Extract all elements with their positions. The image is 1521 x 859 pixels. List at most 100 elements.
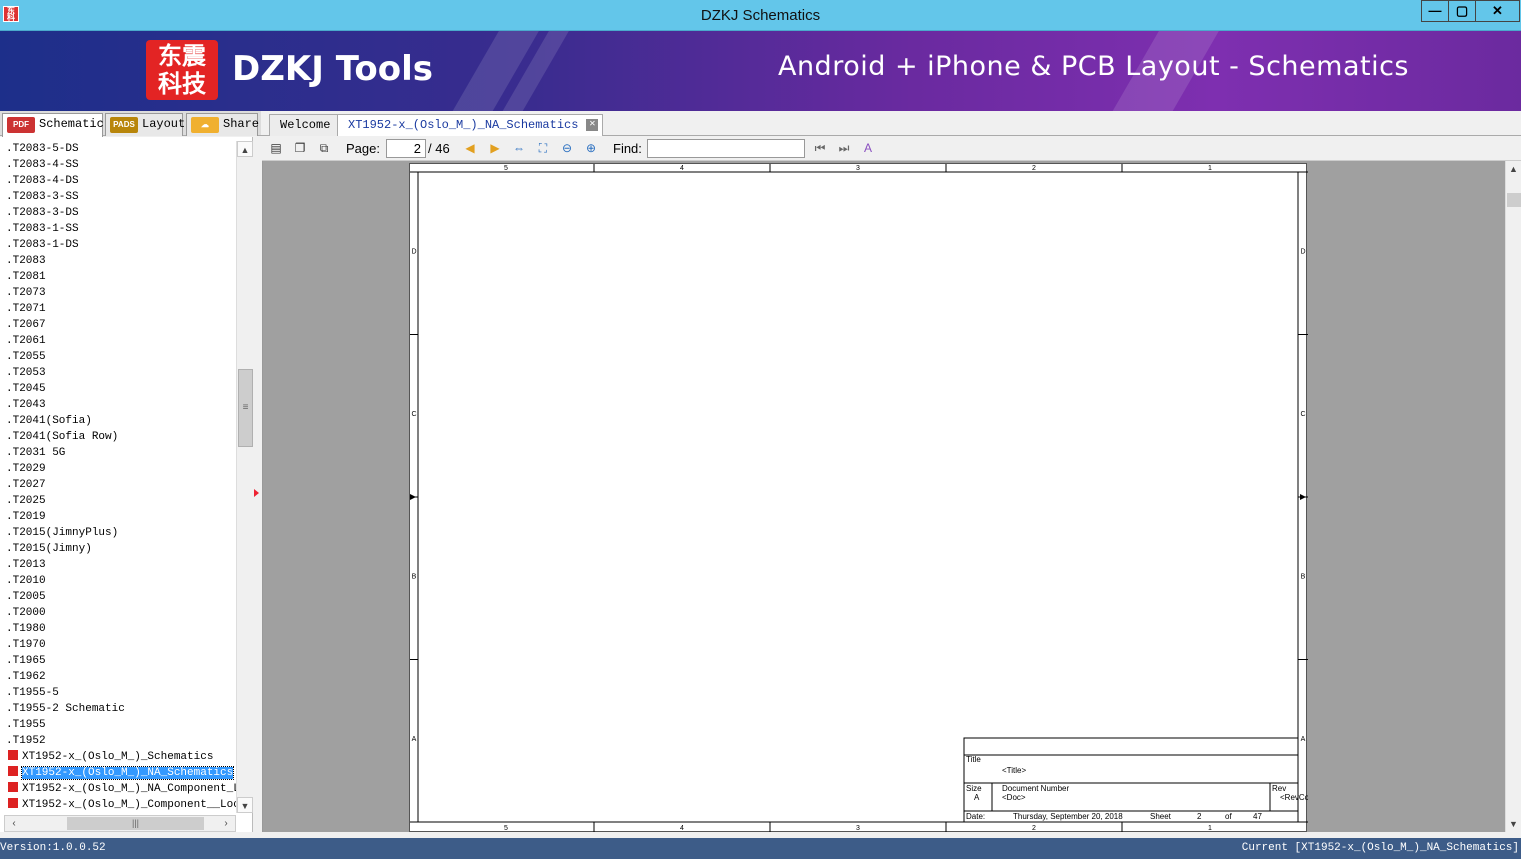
tree-folder-item[interactable]: .T2043 (0, 397, 236, 413)
sheet-value: 2 (1197, 812, 1202, 821)
tree-folder-item[interactable]: .T2081 (0, 269, 236, 285)
page-number-input[interactable]: 2 (386, 139, 426, 158)
schematic-drawing: 5544332211 D DC CB BA A Title <Title> Size A… (410, 164, 1323, 833)
tree-folder-item[interactable]: .T1980 (0, 621, 236, 637)
match-case-icon[interactable]: A (860, 140, 876, 156)
next-page-icon[interactable]: ▶ (487, 140, 503, 156)
tree-horizontal-scrollbar[interactable]: ‹ ||| › (4, 815, 236, 832)
tree-folder-item[interactable]: .T1952 (0, 733, 236, 749)
tree-folder-item[interactable]: .T2010 (0, 573, 236, 589)
tree-folder-item[interactable]: .T1955-5 (0, 685, 236, 701)
tree-folder-item[interactable]: .T2083-4-DS (0, 173, 236, 189)
dzkj-logo: 东震 科技 (146, 40, 218, 100)
zone-column-label: 3 (856, 825, 860, 832)
tree-folder-item[interactable]: .T2083-1-DS (0, 237, 236, 253)
viewer-scroll-up-icon[interactable]: ▲ (1506, 161, 1521, 177)
close-button[interactable]: ✕ (1475, 0, 1520, 22)
tree-folder-item[interactable]: .T1955 (0, 717, 236, 733)
tree-file-item[interactable]: XT1952-x_(Oslo_M_)_Schematics (0, 749, 236, 765)
tree-folder-item[interactable]: .T2083 (0, 253, 236, 269)
tree-folder-item[interactable]: .T2000 (0, 605, 236, 621)
fit-width-icon[interactable]: ⇔ (511, 140, 527, 156)
tree-folder-item[interactable]: .T2045 (0, 381, 236, 397)
tree-folder-item[interactable]: .T1970 (0, 637, 236, 653)
viewer-scroll-down-icon[interactable]: ▼ (1506, 816, 1521, 832)
tree-folder-item[interactable]: .T2041(Sofia Row) (0, 429, 236, 445)
close-tab-icon[interactable]: ✕ (586, 119, 599, 131)
tree-folder-item[interactable]: .T2071 (0, 301, 236, 317)
viewer-scroll-thumb[interactable] (1507, 193, 1521, 207)
rev-label: Rev (1272, 784, 1286, 793)
tree-folder-item[interactable]: .T2053 (0, 365, 236, 381)
schematic-page: 5544332211 DDCCBBAA Title <Title> Size A… (409, 163, 1323, 833)
tree-folder-item[interactable]: .T2031 5G (0, 445, 236, 461)
zone-column-label: 5 (504, 825, 508, 832)
tree-folder-item[interactable]: .T2015(Jimny) (0, 541, 236, 557)
tree-folder-item[interactable]: .T2083-5-DS (0, 141, 236, 157)
tree-folder-item[interactable]: .T2055 (0, 349, 236, 365)
tree-folder-item[interactable]: .T2083-3-SS (0, 189, 236, 205)
tree-folder-item[interactable]: .T2025 (0, 493, 236, 509)
scroll-thumb[interactable]: ≡ (238, 369, 253, 447)
file-tree: .T2083-5-DS .T2083-4-SS .T2083-4-DS .T2083-… (0, 141, 236, 813)
scroll-right-arrow-icon[interactable]: › (217, 816, 235, 831)
find-previous-icon[interactable]: ⏮ (812, 140, 828, 156)
tree-file-label: XT1952-x_(Oslo_M_)_Component__Locati (22, 799, 236, 811)
panel-splitter[interactable] (253, 137, 262, 832)
collapse-arrow-icon[interactable] (254, 489, 259, 497)
tree-file-item[interactable]: XT1952-x_(Oslo_M_)_NA_Component_Loca (0, 781, 236, 797)
tree-folder-item[interactable]: .T1962 (0, 669, 236, 685)
viewer-vertical-scrollbar[interactable]: ▲ ▼ (1505, 161, 1521, 832)
copy-page-icon[interactable]: ❐ (292, 140, 308, 156)
tab-current-document[interactable]: XT1952-x_(Oslo_M_)_NA_Schematics ✕ (337, 114, 604, 136)
tree-file-item[interactable]: XT1952-x_(Oslo_M_)_Component__Locati (0, 797, 236, 813)
version-text: Version:1.0.0.52 (0, 842, 106, 854)
scroll-up-arrow-icon[interactable]: ▲ (237, 141, 253, 157)
scroll-left-arrow-icon[interactable]: ‹ (5, 816, 23, 831)
zone-column-label: 2 (1032, 825, 1036, 832)
size-label: Size (966, 784, 982, 793)
prev-page-icon[interactable]: ◀ (462, 140, 478, 156)
tree-folder-item[interactable]: .T1965 (0, 653, 236, 669)
tab-layout[interactable]: PADS Layout (105, 113, 185, 136)
open-file-icon[interactable]: ▤ (268, 140, 284, 156)
right-arrow-mark (1300, 494, 1306, 500)
tree-folder-item[interactable]: .T2067 (0, 317, 236, 333)
minimize-button[interactable]: — (1421, 0, 1449, 22)
find-next-icon[interactable]: ⏭ (836, 140, 852, 156)
zone-row-label: A (412, 736, 417, 743)
tab-welcome[interactable]: Welcome (269, 114, 342, 136)
zoom-out-icon[interactable]: ⊖ (559, 140, 575, 156)
find-input[interactable] (647, 139, 805, 158)
tab-schematic[interactable]: PDF Schematic (2, 113, 104, 137)
tree-file-item[interactable]: XT1952-x_(Oslo_M_)_NA_Schematics (0, 765, 236, 781)
tree-file-label: XT1952-x_(Oslo_M_)_NA_Component_Loca (22, 783, 236, 795)
zone-row-label: D (1300, 248, 1305, 255)
tree-folder-item[interactable]: .T2029 (0, 461, 236, 477)
document-viewer[interactable]: 5544332211 DDCCBBAA Title <Title> Size A… (262, 161, 1505, 833)
tree-folder-item[interactable]: .T2027 (0, 477, 236, 493)
zoom-in-icon[interactable]: ⊕ (583, 140, 599, 156)
tree-folder-item[interactable]: .T2073 (0, 285, 236, 301)
tree-folder-item[interactable]: .T2005 (0, 589, 236, 605)
maximize-button[interactable]: ▢ (1448, 0, 1476, 22)
fit-page-icon[interactable]: ⛶ (535, 140, 551, 156)
tree-folder-item[interactable]: .T2083-1-SS (0, 221, 236, 237)
zone-row-label: A (1301, 736, 1306, 743)
scroll-down-arrow-icon[interactable]: ▼ (237, 797, 253, 813)
tab-share[interactable]: ☁ Share (186, 113, 259, 136)
tree-folder-item[interactable]: .T1955-2 Schematic (0, 701, 236, 717)
tree-folder-item[interactable]: .T2013 (0, 557, 236, 573)
pages-icon[interactable]: ⧉ (316, 140, 332, 156)
of-value: 47 (1253, 812, 1262, 821)
of-label: of (1225, 812, 1232, 821)
tree-folder-item[interactable]: .T2019 (0, 509, 236, 525)
tree-folder-item[interactable]: .T2015(JimnyPlus) (0, 525, 236, 541)
tree-vertical-scrollbar[interactable]: ▲ ≡ ▼ (236, 141, 253, 813)
tree-folder-item[interactable]: .T2061 (0, 333, 236, 349)
tree-folder-item[interactable]: .T2083-3-DS (0, 205, 236, 221)
tree-folder-item[interactable]: .T2041(Sofia) (0, 413, 236, 429)
scroll-thumb-horizontal[interactable]: ||| (67, 817, 204, 830)
zone-column-label: 4 (680, 825, 684, 832)
tree-folder-item[interactable]: .T2083-4-SS (0, 157, 236, 173)
